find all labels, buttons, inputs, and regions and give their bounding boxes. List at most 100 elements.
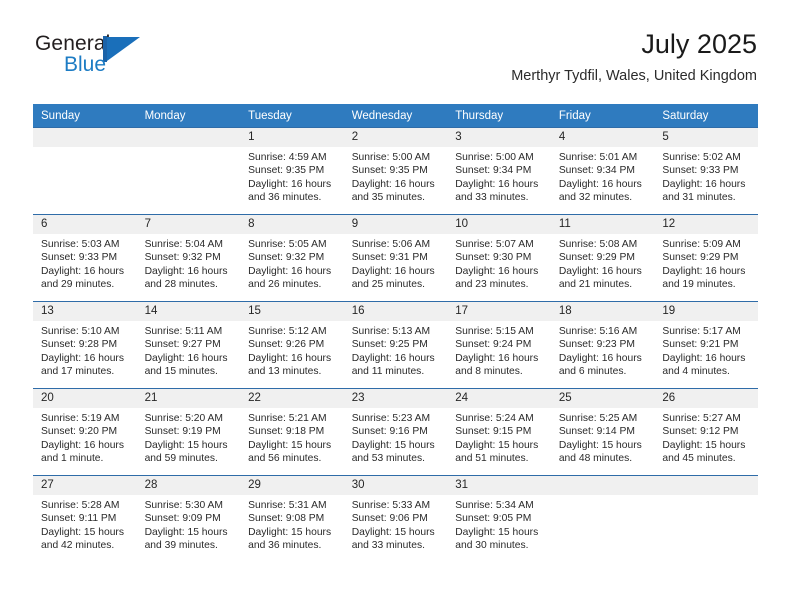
calendar-day-cell[interactable]: 3 Sunrise: 5:00 AM Sunset: 9:34 PM Daylight…	[447, 127, 551, 215]
sunset-text: Sunset: 9:32 PM	[248, 252, 325, 264]
sunset-text: Sunset: 9:05 PM	[455, 513, 532, 525]
general-blue-flag-icon	[103, 36, 141, 62]
sunset-text: Sunset: 9:23 PM	[558, 339, 635, 351]
sunset-text: Sunset: 9:20 PM	[41, 426, 118, 438]
page-subtitle: Merthyr Tydfil, Wales, United Kingdom	[511, 68, 757, 84]
daylight-text: Daylight: 16 hours and 8 minutes.	[455, 352, 539, 378]
sunset-text: Sunset: 9:19 PM	[144, 426, 221, 438]
calendar-day-cell[interactable]: 7 Sunrise: 5:04 AM Sunset: 9:32 PM Daylight…	[136, 214, 241, 302]
day-number: 2	[343, 128, 448, 147]
calendar-day-cell[interactable]: 5 Sunrise: 5:02 AM Sunset: 9:33 PM Daylight…	[654, 127, 758, 215]
calendar-day-cell[interactable]: 13 Sunrise: 5:10 AM Sunset: 9:28 PM Dayligh…	[33, 301, 137, 389]
page-header: General Blue July 2025 Merthyr Tydfil, W…	[35, 28, 757, 96]
calendar-day-cell[interactable]: 31 Sunrise: 5:34 AM Sunset: 9:05 PM Dayligh…	[447, 475, 551, 562]
sunrise-text: Sunrise: 5:21 AM	[248, 413, 327, 424]
daylight-text: Daylight: 16 hours and 35 minutes.	[351, 178, 435, 204]
calendar-day-cell[interactable]: 23 Sunrise: 5:23 AM Sunset: 9:16 PM Dayligh…	[343, 388, 448, 476]
day-details: Sunrise: 5:00 AM Sunset: 9:35 PM Daylight:…	[344, 147, 448, 205]
daylight-text: Daylight: 16 hours and 29 minutes.	[41, 265, 124, 291]
daylight-text: Daylight: 16 hours and 36 minutes.	[248, 178, 332, 204]
daylight-text: Daylight: 16 hours and 33 minutes.	[455, 178, 539, 204]
calendar-day-cell[interactable]: 12 Sunrise: 5:09 AM Sunset: 9:29 PM Dayligh…	[654, 214, 758, 302]
sunset-text: Sunset: 9:06 PM	[351, 513, 428, 525]
day-number: 22	[240, 389, 344, 408]
sunset-text: Sunset: 9:27 PM	[144, 339, 221, 351]
calendar-week-row: 1 Sunrise: 4:59 AM Sunset: 9:35 PM Daylight…	[33, 127, 758, 215]
day-details: Sunrise: 5:08 AM Sunset: 9:29 PM Daylight:…	[551, 234, 655, 292]
day-number: 13	[33, 302, 137, 321]
calendar-day-cell[interactable]: 11 Sunrise: 5:08 AM Sunset: 9:29 PM Dayligh…	[550, 214, 655, 302]
calendar-day-cell[interactable]: 27 Sunrise: 5:28 AM Sunset: 9:11 PM Dayligh…	[33, 475, 137, 562]
calendar-day-cell[interactable]: 9 Sunrise: 5:06 AM Sunset: 9:31 PM Daylight…	[343, 214, 448, 302]
day-details: Sunrise: 5:09 AM Sunset: 9:29 PM Daylight:…	[654, 234, 758, 292]
calendar-day-cell[interactable]: 22 Sunrise: 5:21 AM Sunset: 9:18 PM Dayligh…	[240, 388, 344, 476]
calendar-day-cell[interactable]: 19 Sunrise: 5:17 AM Sunset: 9:21 PM Dayligh…	[654, 301, 758, 389]
day-number: 15	[240, 302, 344, 321]
day-details: Sunrise: 5:33 AM Sunset: 9:06 PM Daylight:…	[344, 495, 448, 553]
calendar-day-cell[interactable]: 16 Sunrise: 5:13 AM Sunset: 9:25 PM Dayligh…	[343, 301, 448, 389]
weekday-header-sunday: Sunday	[33, 104, 137, 128]
sunrise-text: Sunrise: 5:23 AM	[351, 413, 431, 424]
brand-logo[interactable]: General Blue	[35, 32, 235, 88]
daylight-text: Daylight: 16 hours and 28 minutes.	[144, 265, 228, 291]
sunset-text: Sunset: 9:24 PM	[455, 339, 532, 351]
calendar-day-cell[interactable]: 26 Sunrise: 5:27 AM Sunset: 9:12 PM Dayligh…	[654, 388, 758, 476]
sunrise-text: Sunrise: 5:10 AM	[41, 326, 120, 337]
day-number: 14	[136, 302, 241, 321]
day-number: 31	[447, 476, 551, 495]
sunrise-text: Sunrise: 5:31 AM	[248, 500, 327, 511]
sunset-text: Sunset: 9:34 PM	[558, 165, 635, 177]
sunset-text: Sunset: 9:14 PM	[558, 426, 635, 438]
sunset-text: Sunset: 9:18 PM	[248, 426, 325, 438]
calendar-day-cell[interactable]: 1 Sunrise: 4:59 AM Sunset: 9:35 PM Daylight…	[240, 127, 344, 215]
day-number: 21	[136, 389, 241, 408]
calendar-table: Sunday Monday Tuesday Wednesday Thursday…	[33, 104, 758, 562]
calendar-day-cell[interactable]: 21 Sunrise: 5:20 AM Sunset: 9:19 PM Dayligh…	[136, 388, 241, 476]
daylight-text: Daylight: 16 hours and 26 minutes.	[248, 265, 332, 291]
calendar-day-cell[interactable]: 25 Sunrise: 5:25 AM Sunset: 9:14 PM Dayligh…	[550, 388, 655, 476]
day-number: 30	[343, 476, 448, 495]
day-number	[136, 128, 241, 147]
day-number: 18	[550, 302, 655, 321]
day-number	[33, 128, 137, 147]
day-details: Sunrise: 5:03 AM Sunset: 9:33 PM Daylight:…	[33, 234, 137, 292]
daylight-text: Daylight: 15 hours and 36 minutes.	[248, 526, 332, 552]
day-number: 8	[240, 215, 344, 234]
sunset-text: Sunset: 9:31 PM	[351, 252, 428, 264]
daylight-text: Daylight: 16 hours and 23 minutes.	[455, 265, 539, 291]
day-details: Sunrise: 5:06 AM Sunset: 9:31 PM Daylight:…	[344, 234, 448, 292]
calendar-day-cell[interactable]: 6 Sunrise: 5:03 AM Sunset: 9:33 PM Daylight…	[33, 214, 137, 302]
calendar-day-cell[interactable]: 28 Sunrise: 5:30 AM Sunset: 9:09 PM Dayligh…	[136, 475, 241, 562]
daylight-text: Daylight: 15 hours and 59 minutes.	[144, 439, 228, 465]
calendar-week-row: 13 Sunrise: 5:10 AM Sunset: 9:28 PM Dayligh…	[33, 301, 758, 389]
brand-name-blue: Blue	[64, 53, 107, 76]
calendar-day-cell[interactable]: 29 Sunrise: 5:31 AM Sunset: 9:08 PM Dayligh…	[240, 475, 344, 562]
day-number: 11	[550, 215, 655, 234]
calendar-day-cell[interactable]: 18 Sunrise: 5:16 AM Sunset: 9:23 PM Dayligh…	[550, 301, 655, 389]
day-details: Sunrise: 5:07 AM Sunset: 9:30 PM Daylight:…	[447, 234, 551, 292]
calendar-day-cell[interactable]: 30 Sunrise: 5:33 AM Sunset: 9:06 PM Dayligh…	[343, 475, 448, 562]
calendar-page: General Blue July 2025 Merthyr Tydfil, W…	[0, 0, 792, 612]
calendar-day-cell[interactable]: 10 Sunrise: 5:07 AM Sunset: 9:30 PM Dayligh…	[447, 214, 551, 302]
calendar-day-cell[interactable]: 17 Sunrise: 5:15 AM Sunset: 9:24 PM Dayligh…	[447, 301, 551, 389]
day-number: 25	[550, 389, 655, 408]
calendar-day-cell[interactable]: 24 Sunrise: 5:24 AM Sunset: 9:15 PM Dayligh…	[447, 388, 551, 476]
calendar-day-cell[interactable]: 20 Sunrise: 5:19 AM Sunset: 9:20 PM Dayligh…	[33, 388, 137, 476]
calendar-day-cell[interactable]: 8 Sunrise: 5:05 AM Sunset: 9:32 PM Daylight…	[240, 214, 344, 302]
calendar-body: 1 Sunrise: 4:59 AM Sunset: 9:35 PM Daylight…	[33, 127, 758, 562]
day-details: Sunrise: 5:02 AM Sunset: 9:33 PM Daylight:…	[654, 147, 758, 205]
sunrise-text: Sunrise: 5:34 AM	[455, 500, 534, 511]
calendar-day-cell-empty	[33, 127, 137, 215]
calendar-day-cell[interactable]: 14 Sunrise: 5:11 AM Sunset: 9:27 PM Dayligh…	[136, 301, 241, 389]
daylight-text: Daylight: 15 hours and 53 minutes.	[351, 439, 435, 465]
day-details: Sunrise: 4:59 AM Sunset: 9:35 PM Daylight:…	[240, 147, 344, 205]
day-number: 5	[654, 128, 758, 147]
calendar-day-cell[interactable]: 4 Sunrise: 5:01 AM Sunset: 9:34 PM Daylight…	[550, 127, 655, 215]
daylight-text: Daylight: 16 hours and 25 minutes.	[351, 265, 435, 291]
day-details: Sunrise: 5:17 AM Sunset: 9:21 PM Daylight:…	[654, 321, 758, 379]
calendar-day-cell-empty	[654, 475, 758, 562]
day-number: 20	[33, 389, 137, 408]
calendar-day-cell[interactable]: 15 Sunrise: 5:12 AM Sunset: 9:26 PM Dayligh…	[240, 301, 344, 389]
sunrise-text: Sunrise: 5:13 AM	[351, 326, 431, 337]
calendar-day-cell[interactable]: 2 Sunrise: 5:00 AM Sunset: 9:35 PM Daylight…	[343, 127, 448, 215]
